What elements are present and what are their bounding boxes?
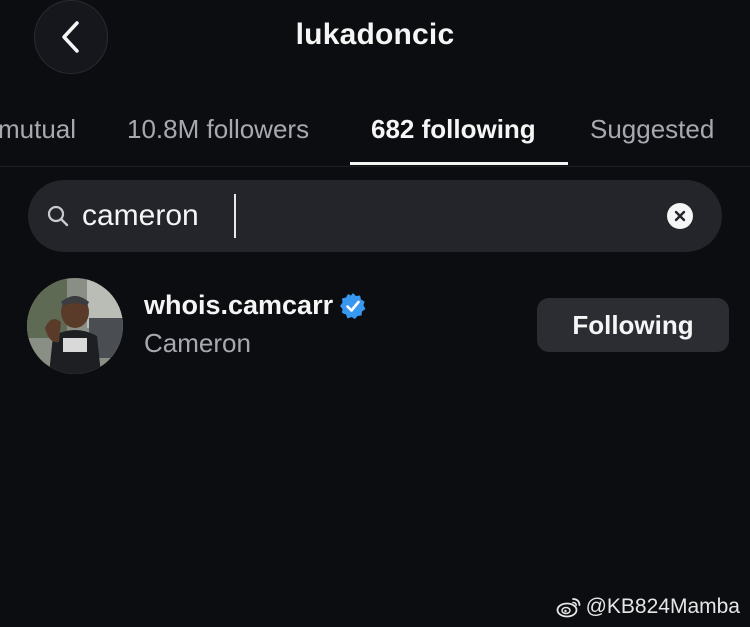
tab-mutual[interactable]: mutual: [0, 114, 76, 145]
list-item[interactable]: whois.camcarr Cameron Following: [0, 276, 750, 376]
search-icon: [47, 205, 69, 227]
username[interactable]: whois.camcarr: [144, 290, 333, 321]
username-line: whois.camcarr: [144, 290, 367, 321]
clear-icon: [674, 210, 686, 222]
watermark-text: @KB824Mamba: [585, 595, 740, 618]
avatar-photo: [27, 278, 123, 374]
tab-followers[interactable]: 10.8M followers: [127, 114, 309, 145]
tab-following[interactable]: 682 following: [371, 114, 536, 145]
search-input[interactable]: [82, 194, 642, 238]
page-title: lukadoncic: [295, 18, 455, 51]
following-button[interactable]: Following: [537, 298, 729, 352]
verified-badge-icon: [340, 292, 366, 319]
watermark: @KB824Mamba: [556, 595, 740, 619]
active-tab-indicator: [350, 162, 568, 165]
text-cursor: [234, 194, 236, 238]
search-bar[interactable]: [28, 180, 722, 252]
tab-bar: mutual 10.8M followers 682 following Sug…: [0, 100, 750, 167]
display-name: Cameron: [144, 328, 251, 358]
clear-search-button[interactable]: [667, 203, 693, 229]
weibo-icon: [556, 598, 580, 618]
avatar[interactable]: [27, 278, 123, 374]
tab-suggested[interactable]: Suggested: [590, 114, 714, 145]
